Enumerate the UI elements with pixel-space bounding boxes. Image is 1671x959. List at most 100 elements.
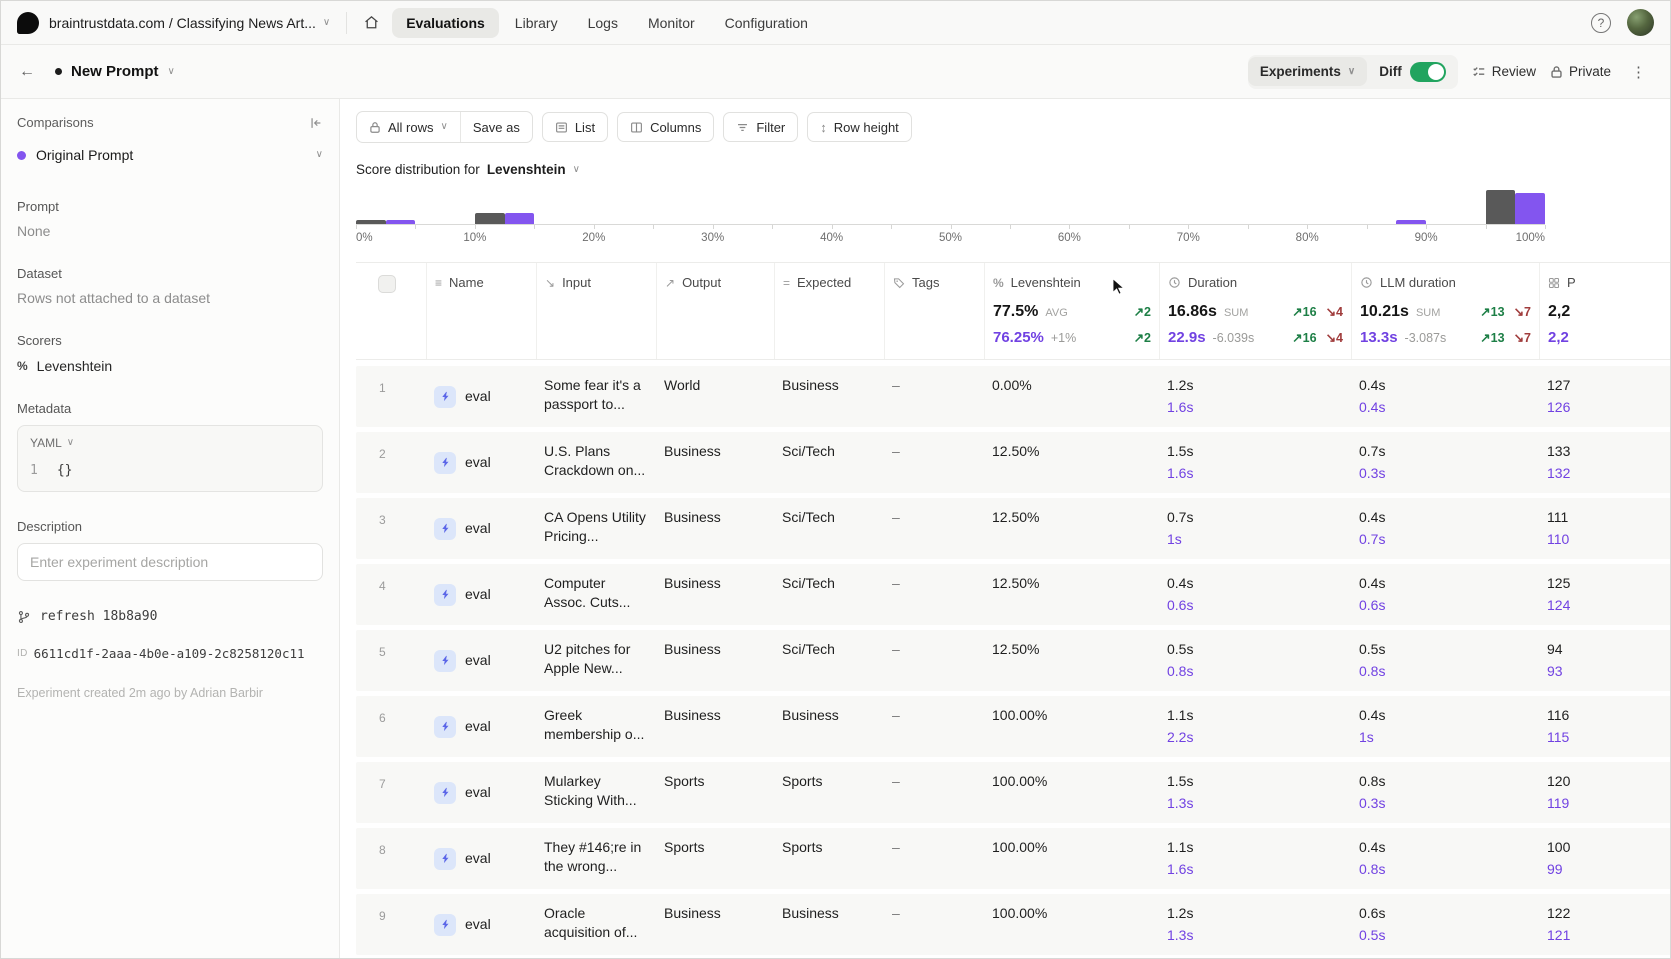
- table-row[interactable]: 7evalMularkey Sticking With...SportsSpor…: [356, 762, 1670, 823]
- header-tags[interactable]: Tags: [884, 263, 984, 359]
- duration-comparison-sum: 22.9s: [1168, 329, 1206, 346]
- experiments-dropdown[interactable]: Experiments ∨: [1248, 57, 1367, 86]
- axis-tick-label: 60%: [1058, 232, 1081, 244]
- back-button[interactable]: ←: [19, 63, 35, 81]
- tokens-sum: 2,2: [1548, 303, 1570, 321]
- cell-tags: –: [884, 440, 984, 485]
- collapse-sidebar-icon[interactable]: [309, 116, 323, 130]
- id-label: ID: [17, 648, 28, 659]
- table-row[interactable]: 9evalOracle acquisition of...BusinessBus…: [356, 894, 1670, 955]
- axis-tick: [951, 225, 952, 229]
- axis-tick: [832, 225, 833, 229]
- header-llm-duration[interactable]: LLM duration 10.21s SUM ↗13 ↘7 13.3s -3.…: [1351, 263, 1539, 359]
- row-height-label: Row height: [834, 120, 899, 135]
- review-button[interactable]: Review: [1472, 64, 1536, 79]
- header-prompt-tokens[interactable]: P 2,2 2,2: [1539, 263, 1670, 359]
- metadata-code-line[interactable]: 1 {}: [30, 463, 310, 478]
- table-row[interactable]: 6evalGreek membership o...BusinessBusine…: [356, 696, 1670, 757]
- axis-tick: [356, 225, 357, 229]
- cell-levenshtein: 12.50%: [984, 638, 1159, 683]
- private-button[interactable]: Private: [1550, 64, 1611, 79]
- header-levenshtein[interactable]: %Levenshtein 77.5% AVG ↗2 76.25% +1% ↗2: [984, 263, 1159, 359]
- cell-duration: 0.7s1s: [1159, 506, 1351, 551]
- cell-llm-duration: 0.4s0.7s: [1351, 506, 1539, 551]
- tab-evaluations[interactable]: Evaluations: [392, 8, 499, 38]
- table-row[interactable]: 3evalCA Opens Utility Pricing...Business…: [356, 498, 1670, 559]
- eval-icon: [434, 386, 456, 408]
- cell-tokens: 127126: [1539, 374, 1670, 419]
- sidebar: Comparisons Original Prompt ∨ Prompt Non…: [1, 99, 340, 958]
- axis-tick-label: 90%: [1415, 232, 1438, 244]
- axis-tick: [1248, 225, 1249, 229]
- score-distribution-header[interactable]: Score distribution for Levenshtein ∨: [356, 162, 1670, 177]
- list-view-button[interactable]: List: [542, 112, 608, 142]
- axis-tick: [713, 225, 714, 229]
- cell-tags: –: [884, 902, 984, 947]
- all-rows-dropdown[interactable]: All rows ∨: [357, 112, 460, 142]
- save-as-button[interactable]: Save as: [460, 112, 532, 142]
- axis-tick-label: 80%: [1296, 232, 1319, 244]
- diff-toggle[interactable]: [1410, 62, 1446, 82]
- cell-levenshtein: 100.00%: [984, 902, 1159, 947]
- cell-llm-duration: 0.4s0.6s: [1351, 572, 1539, 617]
- filter-button[interactable]: Filter: [723, 112, 798, 142]
- scorer-item[interactable]: % Levenshtein: [17, 358, 323, 374]
- cell-output: Business: [656, 902, 774, 947]
- cell-duration: 0.4s0.6s: [1159, 572, 1351, 617]
- cell-levenshtein: 100.00%: [984, 836, 1159, 881]
- lev-improved: ↗2: [1134, 304, 1151, 319]
- project-switcher[interactable]: braintrustdata.com / Classifying News Ar…: [49, 15, 330, 31]
- home-icon[interactable]: [363, 14, 380, 31]
- row-height-button[interactable]: ↕ Row height: [807, 112, 912, 142]
- score-histogram-plot: [356, 179, 1545, 225]
- histogram-bar-gray: [475, 213, 505, 224]
- table-row[interactable]: 1evalSome fear it's a passport to...Worl…: [356, 366, 1670, 427]
- chevron-down-icon: ∨: [67, 438, 74, 448]
- git-branch-icon: [17, 610, 31, 624]
- bolt-icon: [440, 721, 451, 732]
- lock-icon: [369, 121, 381, 134]
- bolt-icon: [440, 589, 451, 600]
- header-input[interactable]: ↘Input: [536, 263, 656, 359]
- experiment-dot: [55, 68, 62, 75]
- git-ref[interactable]: refresh 18b8a90: [17, 609, 323, 624]
- histogram-bar-gray: [1486, 190, 1516, 224]
- cell-name: eval: [426, 770, 536, 815]
- help-icon[interactable]: ?: [1591, 13, 1611, 33]
- cell-tokens: 9493: [1539, 638, 1670, 683]
- header-output[interactable]: ↗Output: [656, 263, 774, 359]
- cell-output: Sports: [656, 770, 774, 815]
- bolt-icon: [440, 391, 451, 402]
- header-name[interactable]: ≡Name: [426, 263, 536, 359]
- git-ref-text: refresh 18b8a90: [40, 609, 157, 624]
- axis-tick-label: 0%: [356, 232, 373, 244]
- table-row[interactable]: 5evalU2 pitches for Apple New...Business…: [356, 630, 1670, 691]
- list-icon: [555, 121, 568, 134]
- more-menu-icon[interactable]: ⋮: [1625, 63, 1652, 81]
- experiments-diff-control: Experiments ∨ Diff: [1248, 55, 1458, 89]
- axis-tick: [534, 225, 535, 229]
- header-expected[interactable]: =Expected: [774, 263, 884, 359]
- header-duration[interactable]: Duration 16.86s SUM ↗16 ↘4 22.9s -6.039s: [1159, 263, 1351, 359]
- arrow-up-right-icon: ↗: [665, 276, 675, 290]
- chevron-down-icon[interactable]: ∨: [168, 67, 175, 77]
- metadata-format-dropdown[interactable]: YAML ∨: [30, 436, 310, 450]
- tab-configuration[interactable]: Configuration: [711, 8, 822, 38]
- tab-monitor[interactable]: Monitor: [634, 8, 709, 38]
- columns-button[interactable]: Columns: [617, 112, 714, 142]
- row-number: 8: [356, 836, 426, 881]
- tab-library[interactable]: Library: [501, 8, 572, 38]
- table-row[interactable]: 2evalU.S. Plans Crackdown on...BusinessS…: [356, 432, 1670, 493]
- score-title-prefix: Score distribution for: [356, 162, 480, 177]
- description-input[interactable]: [17, 543, 323, 581]
- comparison-item[interactable]: Original Prompt ∨: [17, 147, 323, 163]
- eval-icon: [434, 914, 456, 936]
- avatar[interactable]: [1627, 9, 1654, 36]
- axis-tick: [594, 225, 595, 229]
- table-row[interactable]: 4evalComputer Assoc. Cuts...BusinessSci/…: [356, 564, 1670, 625]
- tab-logs[interactable]: Logs: [574, 8, 632, 38]
- score-histogram-axis: 0%10%20%30%40%50%60%70%80%90%100%: [356, 225, 1545, 249]
- select-all-checkbox[interactable]: [378, 275, 396, 293]
- table-row[interactable]: 8evalThey #146;re in the wrong...SportsS…: [356, 828, 1670, 889]
- table-body: 1evalSome fear it's a passport to...Worl…: [356, 366, 1670, 958]
